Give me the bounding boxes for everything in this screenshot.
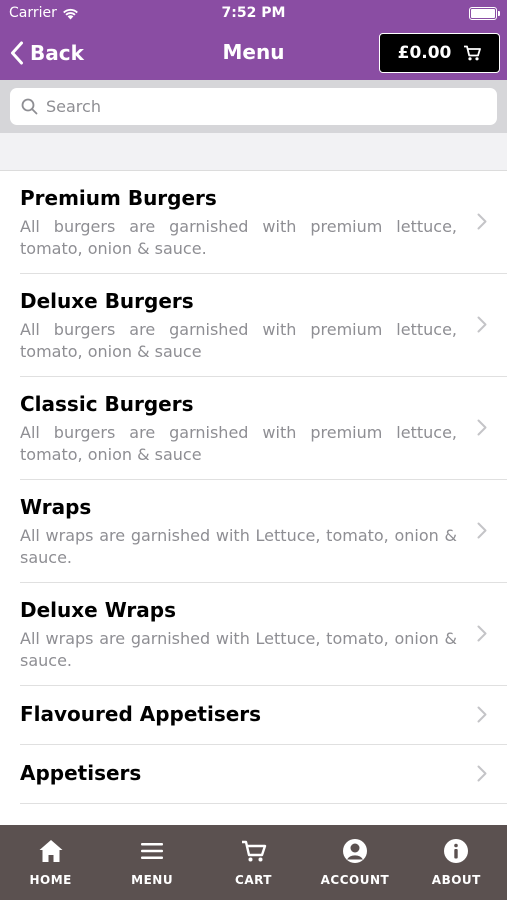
tab-menu[interactable]: MENU (101, 825, 202, 900)
tab-home[interactable]: HOME (0, 825, 101, 900)
tab-label: MENU (131, 873, 174, 887)
menu-item-title: Appetisers (20, 761, 142, 785)
menu-item-title: Deluxe Wraps (20, 598, 176, 622)
cart-total: £0.00 (397, 43, 452, 63)
menu-item-flavoured-appetisers[interactable]: Flavoured Appetisers (20, 686, 507, 745)
account-icon (342, 839, 367, 863)
status-bar: Carrier 7:52 PM (0, 0, 507, 28)
menu-item-description: All wraps are garnished with Lettuce, to… (20, 629, 457, 670)
menu-item-description: All burgers are garnished with premium l… (20, 217, 457, 258)
battery-icon (469, 7, 500, 20)
menu-icon (141, 843, 164, 859)
status-time: 7:52 PM (221, 5, 286, 21)
menu-item-title: Deluxe Burgers (20, 289, 194, 313)
chevron-right-icon (477, 316, 487, 333)
menu-item-title: Wraps (20, 495, 92, 519)
menu-item-title: Premium Burgers (20, 186, 217, 210)
menu-item-title: Flavoured Appetisers (20, 702, 262, 726)
chevron-right-icon (477, 522, 487, 539)
menu-item-title: Classic Burgers (20, 392, 194, 416)
tab-label: ACCOUNT (320, 873, 390, 887)
navigation-bar: Back Menu £0.00 (0, 28, 507, 80)
cart-icon (464, 45, 482, 61)
chevron-right-icon (477, 419, 487, 436)
search-icon (21, 98, 38, 115)
search-field[interactable] (10, 88, 497, 125)
tab-label: HOME (29, 873, 72, 887)
cart-icon (241, 840, 266, 862)
menu-item-deluxe-burgers[interactable]: Deluxe Burgers All burgers are garnished… (20, 274, 507, 377)
search-bar (0, 80, 507, 133)
menu-list: Premium Burgers All burgers are garnishe… (0, 170, 507, 825)
menu-item-description: All wraps are garnished with Lettuce, to… (20, 526, 457, 567)
tab-cart[interactable]: CART (203, 825, 304, 900)
chevron-right-icon (477, 706, 487, 723)
chevron-right-icon (477, 765, 487, 782)
home-icon (39, 840, 63, 862)
tab-label: ABOUT (431, 873, 481, 887)
menu-item-wraps[interactable]: Wraps All wraps are garnished with Lettu… (20, 480, 507, 583)
tab-about[interactable]: ABOUT (406, 825, 507, 900)
tab-bar: HOME MENU CART ACCOUNT ABOUT (0, 825, 507, 900)
menu-item-description: All burgers are garnished with premium l… (20, 320, 457, 361)
menu-item-classic-burgers[interactable]: Classic Burgers All burgers are garnishe… (20, 377, 507, 480)
search-input[interactable] (46, 97, 466, 116)
menu-item-appetisers[interactable]: Appetisers (20, 745, 507, 804)
tab-account[interactable]: ACCOUNT (304, 825, 405, 900)
info-icon (444, 839, 469, 863)
chevron-right-icon (477, 213, 487, 230)
chevron-right-icon (477, 625, 487, 642)
tab-label: CART (235, 873, 272, 887)
menu-item-premium-burgers[interactable]: Premium Burgers All burgers are garnishe… (20, 171, 507, 274)
menu-item-description: All burgers are garnished with premium l… (20, 423, 457, 464)
menu-item-deluxe-wraps[interactable]: Deluxe Wraps All wraps are garnished wit… (20, 583, 507, 686)
cart-total-button[interactable]: £0.00 (379, 33, 500, 73)
